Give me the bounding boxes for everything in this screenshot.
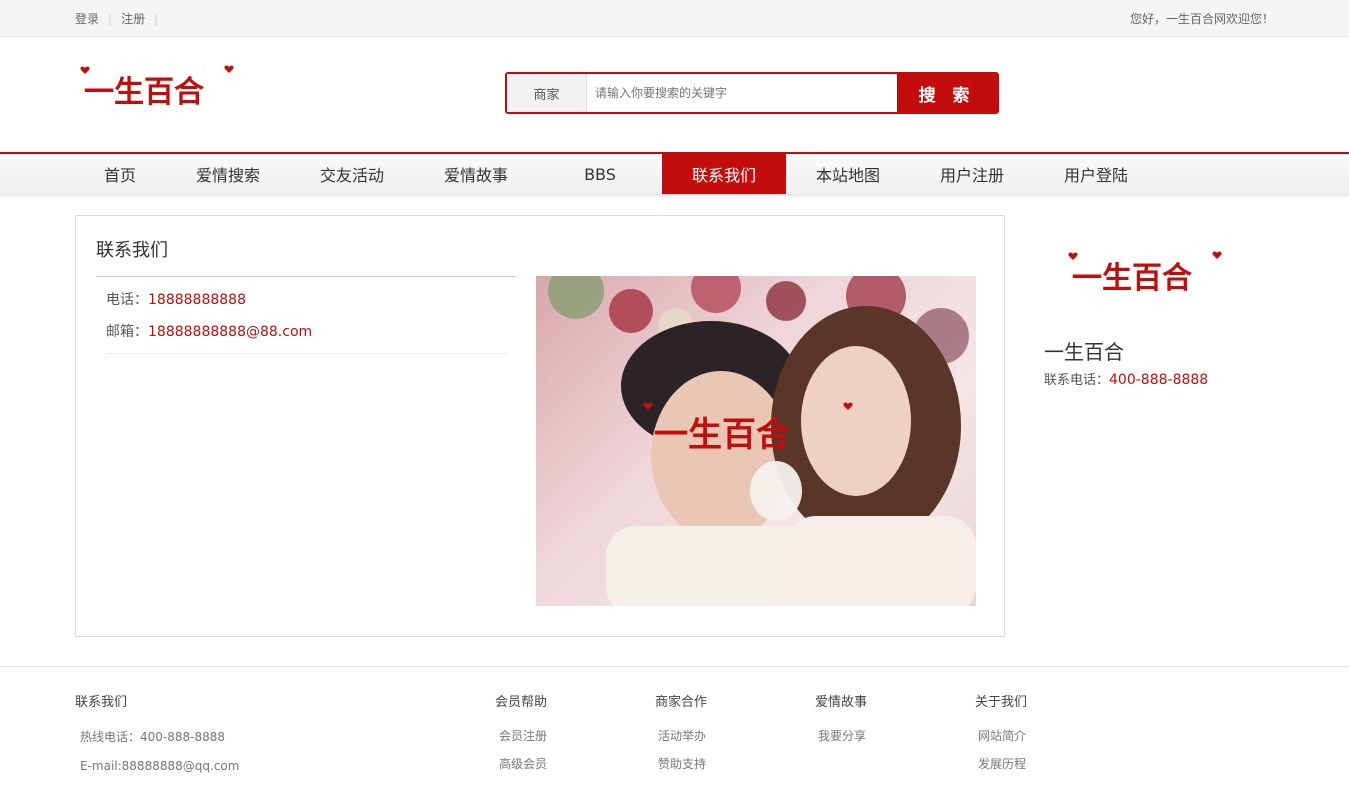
- divider: [106, 353, 508, 354]
- footer-col-member-help: 会员帮助 会员注册 高级会员: [495, 691, 548, 771]
- couple-photo: 一生百合: [536, 276, 976, 606]
- footer-col-stories: 爱情故事 我要分享: [815, 691, 868, 743]
- side-phone: 联系电话：400-888-8888: [1044, 369, 1208, 388]
- top-links: 登录 | 注册 |: [75, 10, 167, 27]
- email-line: 邮箱：18888888888@88.com: [106, 321, 312, 341]
- footer-link[interactable]: 发展历程: [978, 755, 1026, 772]
- search-bar: 商家 搜 索: [505, 72, 999, 114]
- search-category-select[interactable]: 商家: [507, 74, 587, 112]
- page-title: 联系我们: [96, 240, 168, 261]
- heart-icon: [1068, 252, 1078, 260]
- heart-icon: [80, 66, 90, 74]
- footer-col-about: 关于我们 网站简介 发展历程: [975, 691, 1028, 771]
- welcome-text: 您好，一生百合网欢迎您！: [1130, 12, 1275, 26]
- phone-label: 电话：: [106, 292, 148, 308]
- couple-photo-illustration: 一生百合: [548, 276, 976, 606]
- email-label: 邮箱：: [106, 324, 148, 340]
- logo-text: 一生百合: [84, 75, 204, 110]
- footer-col-title: 关于我们: [975, 695, 1028, 710]
- side-logo-text: 一生百合: [1072, 261, 1192, 296]
- footer-col-business: 商家合作 活动举办 赞助支持: [655, 691, 708, 771]
- footer-col-title: 商家合作: [655, 695, 708, 710]
- footer-link[interactable]: 高级会员: [499, 755, 547, 772]
- phone-line: 电话：18888888888: [106, 289, 246, 309]
- side-logo: 一生百合: [1068, 251, 1222, 296]
- top-bar: 登录 | 注册 | 您好，一生百合网欢迎您！: [0, 0, 1349, 37]
- footer-hotline: 热线电话：400-888-8888: [80, 730, 226, 744]
- footer-col-title: 爱情故事: [815, 695, 868, 710]
- search-button[interactable]: 搜 索: [897, 74, 997, 112]
- nav-item-sitemap[interactable]: 本站地图: [786, 154, 910, 194]
- nav-item-home[interactable]: 首页: [74, 154, 166, 194]
- footer-email: E-mail:88888888@qq.com: [80, 759, 240, 773]
- heart-icon: [224, 65, 234, 73]
- contact-panel: 联系我们 电话：18888888888 邮箱：18888888888@88.co…: [75, 215, 1005, 637]
- nav-item-events[interactable]: 交友活动: [290, 154, 414, 194]
- footer-link[interactable]: 网站简介: [978, 727, 1026, 744]
- footer: 联系我们 热线电话：400-888-8888 E-mail:88888888@q…: [0, 666, 1349, 800]
- side-phone-value: 400-888-8888: [1109, 372, 1209, 388]
- nav-item-love-search[interactable]: 爱情搜索: [166, 154, 290, 194]
- footer-contact-title: 联系我们: [75, 695, 128, 710]
- footer-link[interactable]: 我要分享: [818, 727, 866, 744]
- divider: [96, 276, 516, 277]
- nav-item-login[interactable]: 用户登陆: [1034, 154, 1158, 194]
- nav-item-register[interactable]: 用户注册: [910, 154, 1034, 194]
- divider: |: [108, 11, 113, 26]
- side-phone-label: 联系电话：: [1044, 373, 1110, 388]
- email-value: 18888888888@88.com: [148, 324, 313, 340]
- nav-item-stories[interactable]: 爱情故事: [414, 154, 538, 194]
- nav-item-contact[interactable]: 联系我们: [662, 154, 786, 194]
- footer-link[interactable]: 活动举办: [658, 727, 706, 744]
- login-link[interactable]: 登录: [75, 10, 99, 27]
- search-input[interactable]: [587, 74, 897, 112]
- heart-icon: [1212, 251, 1222, 259]
- nav-item-bbs[interactable]: BBS: [538, 154, 662, 194]
- side-company-name: 一生百合: [1044, 340, 1124, 364]
- main-nav: 首页 爱情搜索 交友活动 爱情故事 BBS 联系我们 本站地图 用户注册 用户登…: [0, 152, 1349, 194]
- photo-watermark-logo: 一生百合: [654, 415, 790, 455]
- phone-value: 18888888888: [148, 292, 246, 308]
- footer-contact: 联系我们 热线电话：400-888-8888 E-mail:88888888@q…: [75, 691, 239, 773]
- register-link[interactable]: 注册: [121, 10, 145, 27]
- site-logo[interactable]: 一生百合: [78, 62, 238, 114]
- footer-link[interactable]: 赞助支持: [658, 755, 706, 772]
- footer-link[interactable]: 会员注册: [499, 727, 547, 744]
- divider: |: [154, 11, 159, 26]
- footer-col-title: 会员帮助: [495, 695, 548, 710]
